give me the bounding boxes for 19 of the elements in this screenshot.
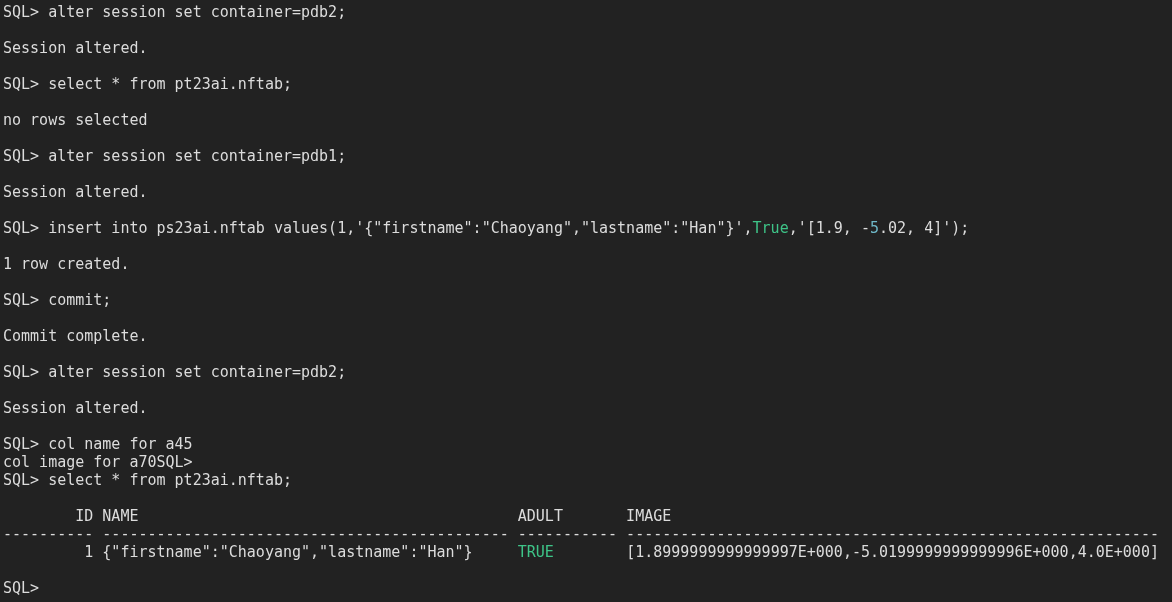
terminal-line: SQL> alter session set container=pdb1; [3, 147, 347, 165]
terminal-line: 1 {"firstname":"Chaoyang","lastname":"Han"} TRUE [1.8999999999999997E+000,-5.0199999999999996E+000,4.0E+000] [83, 543, 1159, 561]
terminal-line: 1 row created. [3, 255, 130, 273]
terminal-line: Commit complete. [3, 327, 148, 345]
terminal-line: SQL> [3, 579, 40, 597]
terminal-line: Session altered. [3, 39, 148, 57]
terminal-line: SQL> alter session set container=pdb2; [3, 3, 347, 21]
terminal-line: col image for a70SQL> [3, 453, 193, 471]
terminal-line: Session altered. [3, 399, 148, 417]
terminal-line: Session altered. [3, 183, 148, 201]
terminal-line: SQL> select * from pt23ai.nftab; [3, 471, 292, 489]
terminal-line: no rows selected [3, 111, 148, 129]
terminal-line: SQL> select * from pt23ai.nftab; [3, 75, 292, 93]
terminal-line: ---------- --------------------------------------------- ----------- ----------------------------------------------------------- [3, 525, 1159, 543]
terminal-line: SQL> insert into ps23ai.nftab values(1,'{"firstname":"Chaoyang","lastname":"Han"}',True,'[1.9, -5.02, 4]'); [3, 219, 970, 237]
terminal-line: SQL> col name for a45 [3, 435, 193, 453]
terminal-line: ID NAME ADULT IMAGE [74, 507, 672, 525]
terminal-line: SQL> alter session set container=pdb2; [3, 363, 347, 381]
terminal-line: SQL> commit; [3, 291, 112, 309]
